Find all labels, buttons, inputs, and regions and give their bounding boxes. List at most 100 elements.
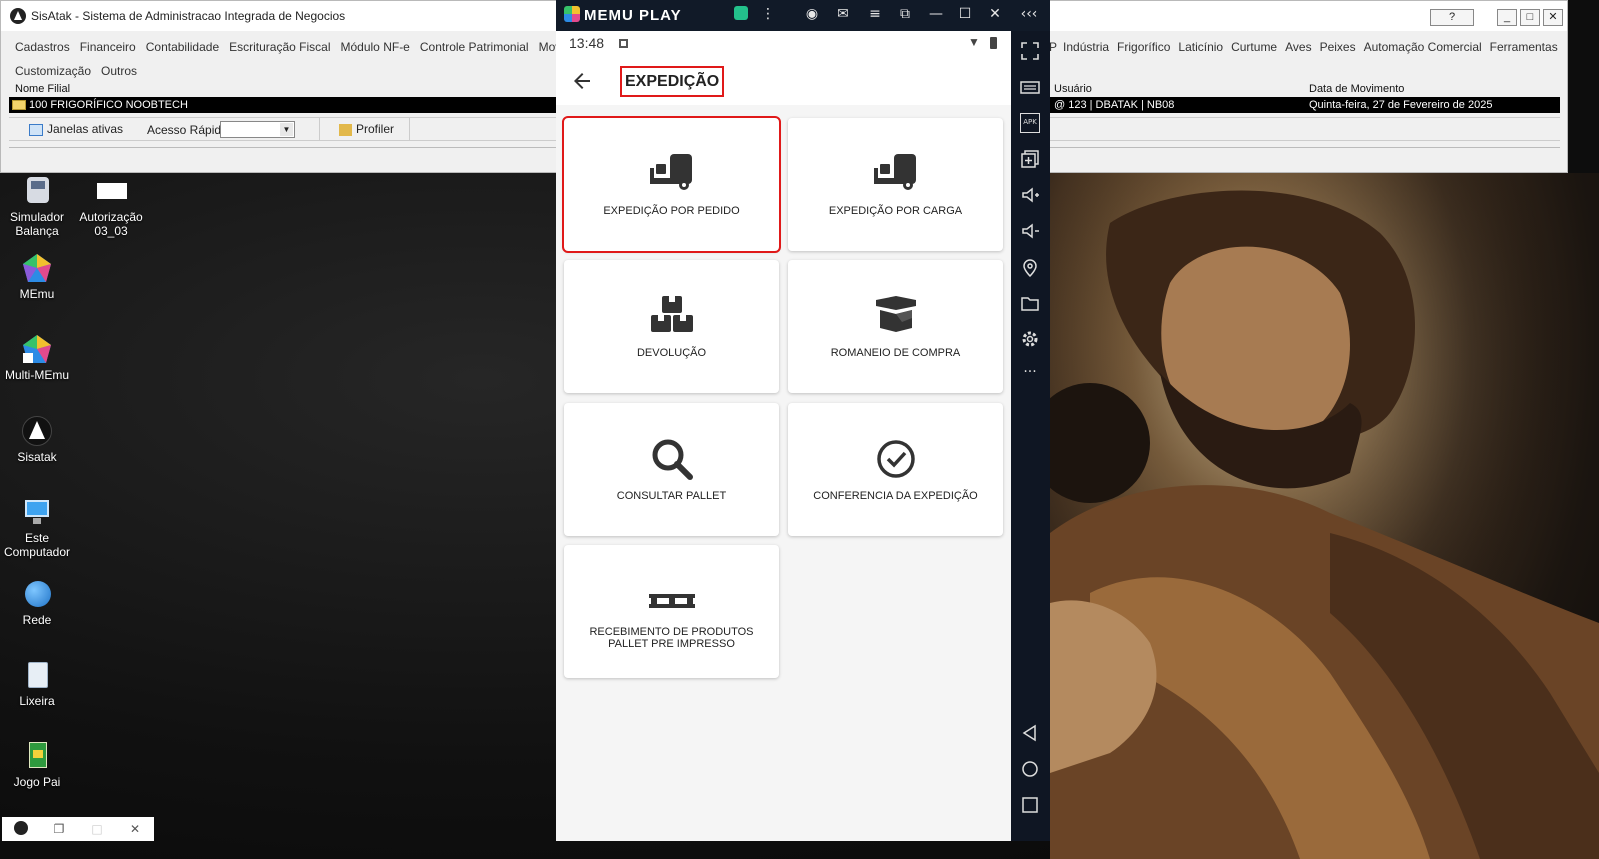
forklift-icon: [788, 152, 1003, 196]
menu-outros[interactable]: Outros: [101, 64, 137, 78]
menu-contabilidade[interactable]: Contabilidade: [146, 40, 219, 54]
apk-icon[interactable]: APK: [1020, 113, 1040, 133]
forklift-icon: [564, 152, 779, 196]
game-file-icon: [21, 740, 53, 772]
volume-down-icon[interactable]: [1020, 221, 1040, 241]
minimize-icon[interactable]: _: [1497, 9, 1517, 26]
menu-cadastros[interactable]: Cadastros: [15, 40, 70, 54]
header-filial: Nome Filial: [15, 83, 71, 95]
close-icon[interactable]: ✕: [116, 822, 154, 836]
tile-expedicao-por-carga[interactable]: EXPEDIÇÃO POR CARGA: [788, 118, 1003, 251]
account-icon[interactable]: ◉: [802, 6, 822, 22]
location-icon[interactable]: [1020, 257, 1040, 277]
desktop-icon-label: Multi-MEmu: [4, 368, 69, 382]
scale-app-icon: [21, 175, 53, 207]
menu-laticinio[interactable]: Laticínio: [1178, 40, 1223, 54]
memu-logo: MEMU PLAY: [564, 6, 682, 24]
tile-recebimento-pallet[interactable]: RECEBIMENTO DE PRODUTOS PALLET PRE IMPRE…: [564, 545, 779, 678]
profiler-label: Profiler: [356, 122, 395, 136]
check-circle-icon: [788, 437, 1003, 481]
desktop-icon-label: Rede: [22, 613, 52, 627]
minimized-window-bar[interactable]: ❐ □ ✕: [2, 817, 154, 841]
acesso-rapido-select[interactable]: ▼: [220, 121, 295, 138]
keyboard-icon[interactable]: [1020, 77, 1040, 97]
menu-nfe[interactable]: Módulo NF-e: [341, 40, 410, 54]
desktop-icon-lixeira[interactable]: Lixeira: [0, 659, 74, 708]
volume-up-icon[interactable]: [1020, 185, 1040, 205]
app-toolbar: EXPEDIÇÃO: [556, 57, 1011, 105]
tile-expedicao-por-pedido[interactable]: EXPEDIÇÃO POR PEDIDO: [562, 116, 781, 253]
collapse-sidebar-icon[interactable]: ‹‹‹: [1019, 6, 1039, 22]
restore-icon[interactable]: ❐: [40, 822, 78, 836]
settings-gear-icon[interactable]: [1020, 329, 1040, 349]
game-center-icon[interactable]: [731, 6, 751, 24]
menu-curtume[interactable]: Curtume: [1231, 40, 1277, 54]
menu-financeiro[interactable]: Financeiro: [80, 40, 136, 54]
computer-icon: [21, 496, 53, 528]
toolbar-divider: [409, 118, 410, 140]
maximize-icon[interactable]: □: [1520, 9, 1540, 26]
desktop-icon-label: MEmu: [19, 287, 55, 301]
menu-aves[interactable]: Aves: [1285, 40, 1311, 54]
window-title: SisAtak - Sistema de Administracao Integ…: [31, 9, 346, 23]
menu-industria[interactable]: Indústria: [1063, 40, 1109, 54]
desktop-icon-label: Este Computador: [3, 531, 71, 559]
menu-automacao[interactable]: Automação Comercial: [1364, 40, 1482, 54]
menu-erp-fragment[interactable]: P: [1049, 40, 1057, 54]
open-box-icon: [788, 294, 1003, 338]
tile-label: CONSULTAR PALLET: [616, 490, 727, 502]
multi-memu-app-icon: [21, 333, 53, 365]
toolbar-divider: [319, 118, 320, 140]
desktop-icon-autorizacao[interactable]: Autorização 03_03: [74, 175, 148, 238]
tile-conferencia-da-expedicao[interactable]: CONFERENCIA DA EXPEDIÇÃO: [788, 403, 1003, 536]
tile-label: DEVOLUÇÃO: [636, 347, 707, 359]
profiler-button[interactable]: Profiler: [339, 122, 394, 136]
desktop-icon-rede[interactable]: Rede: [0, 578, 74, 627]
tile-consultar-pallet[interactable]: CONSULTAR PALLET: [564, 403, 779, 536]
nav-recents-icon[interactable]: [1020, 795, 1040, 815]
add-window-icon[interactable]: [1020, 149, 1040, 169]
help-button[interactable]: ?: [1430, 9, 1474, 26]
tile-devolucao[interactable]: DEVOLUÇÃO: [564, 260, 779, 393]
desktop-icon-label: Simulador Balança: [9, 210, 65, 238]
fullscreen-icon[interactable]: [1020, 41, 1040, 61]
screen-icon[interactable]: ⧉: [895, 6, 915, 22]
memu-window: MEMU PLAY ⋮ ◉ ✉ ≡ ⧉ — ☐ ✕ ‹‹‹ 13:48 ▼ EX…: [556, 0, 1050, 841]
close-icon[interactable]: ✕: [985, 6, 1005, 22]
menu-customizacao[interactable]: Customização: [15, 64, 91, 78]
memu-sidebar: APK ···: [1011, 31, 1050, 841]
menu-frigorifico[interactable]: Frigorífico: [1117, 40, 1170, 54]
more-vertical-icon[interactable]: ⋮: [758, 6, 778, 22]
desktop-icon-label: Sisatak: [17, 450, 57, 464]
tile-romaneio-de-compra[interactable]: ROMANEIO DE COMPRA: [788, 260, 1003, 393]
folder-icon: [12, 100, 26, 110]
close-icon[interactable]: ✕: [1543, 9, 1563, 26]
desktop-icon-este-computador[interactable]: Este Computador: [0, 496, 74, 559]
maximize-icon[interactable]: ☐: [955, 6, 975, 22]
sisatak-logo-icon: [10, 8, 26, 24]
memu-titlebar[interactable]: MEMU PLAY ⋮ ◉ ✉ ≡ ⧉ — ☐ ✕ ‹‹‹: [556, 0, 1050, 31]
desktop-icon-multi-memu[interactable]: Multi-MEmu: [0, 333, 74, 382]
menu-ferramentas[interactable]: Ferramentas: [1490, 40, 1558, 54]
folder-icon[interactable]: [1020, 293, 1040, 313]
menu-peixes[interactable]: Peixes: [1320, 40, 1356, 54]
desktop-icon-memu[interactable]: MEmu: [0, 252, 74, 301]
janelas-ativas-button[interactable]: Janelas ativas: [29, 122, 123, 136]
chevron-down-icon: ▼: [280, 123, 293, 136]
menu-patrimonial[interactable]: Controle Patrimonial: [420, 40, 529, 54]
tile-label: RECEBIMENTO DE PRODUTOS PALLET PRE IMPRE…: [589, 626, 754, 650]
cell-usuario: @ 123 | DBATAK | NB08: [1054, 99, 1175, 111]
wallpaper-painting: [1050, 173, 1599, 859]
menu-icon[interactable]: ≡: [865, 6, 885, 22]
desktop-icon-sisatak[interactable]: Sisatak: [0, 415, 74, 464]
nav-home-icon[interactable]: [1020, 759, 1040, 779]
back-arrow-icon[interactable]: [570, 69, 594, 93]
desktop-icon-jogo-pai[interactable]: Jogo Pai: [0, 740, 74, 789]
minimize-icon[interactable]: —: [926, 6, 946, 22]
network-globe-icon: [21, 578, 53, 610]
more-horizontal-icon[interactable]: ···: [1020, 365, 1040, 385]
nav-back-icon[interactable]: [1020, 723, 1040, 743]
mail-icon[interactable]: ✉: [833, 6, 853, 22]
menu-escrituracao[interactable]: Escrituração Fiscal: [229, 40, 330, 54]
desktop-icon-simulador[interactable]: Simulador Balança: [0, 175, 74, 238]
